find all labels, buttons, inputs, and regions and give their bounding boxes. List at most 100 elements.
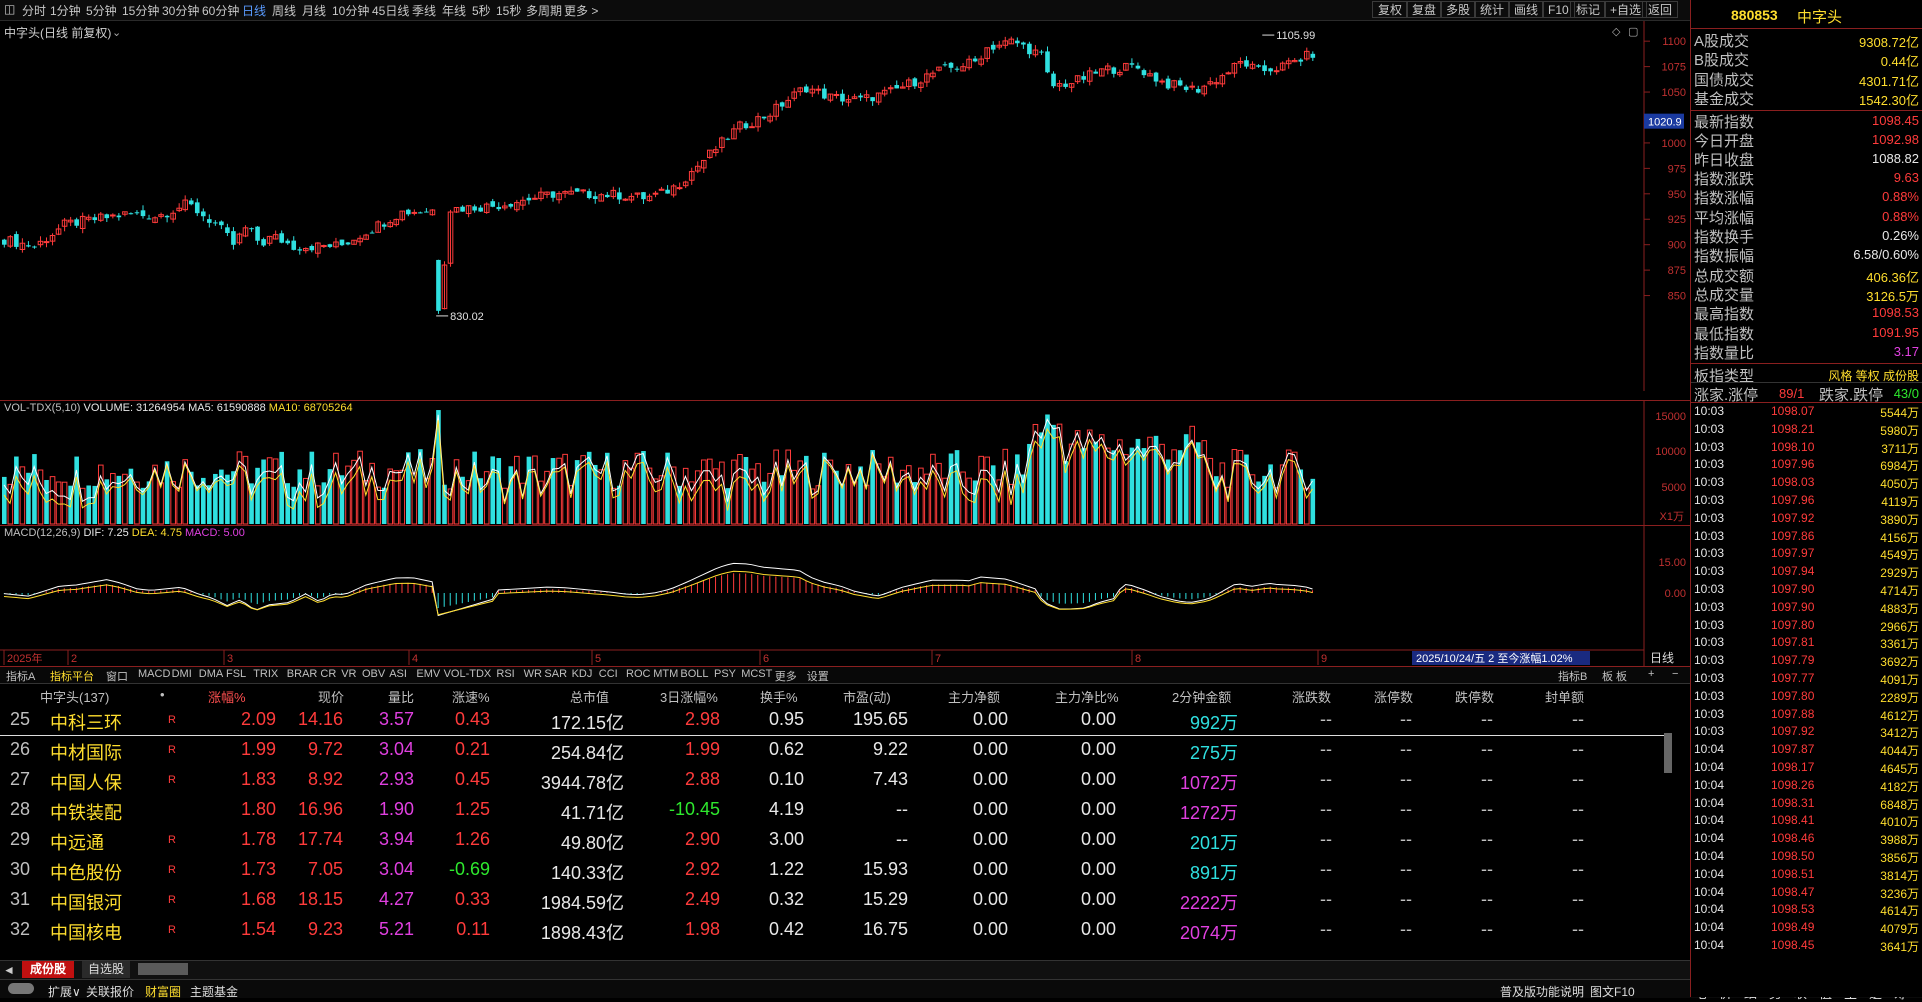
indicator-tab[interactable]: ROC — [626, 668, 650, 680]
column-header-ld[interactable]: 跌停数 — [1455, 687, 1494, 706]
status-item[interactable]: 财富圈 — [145, 983, 181, 1000]
period-tab[interactable]: 年线 — [442, 2, 466, 19]
indicator-tab[interactable]: BOLL — [680, 668, 708, 680]
column-header-spd[interactable]: 涨速% — [452, 687, 490, 706]
toolbar-button[interactable]: 返回 — [1642, 1, 1679, 18]
cell-name[interactable]: 中铁装配 — [50, 799, 122, 825]
column-header-amt2[interactable]: 2分钟金额 — [1172, 687, 1231, 706]
toolbar-button[interactable]: 标记 — [1570, 1, 1607, 18]
period-tab[interactable]: 15分钟 — [122, 2, 159, 19]
indicator-tab[interactable]: EMV — [416, 668, 440, 680]
column-header-name[interactable]: 中字头(137) — [40, 687, 109, 706]
indicator-tab[interactable]: FSL — [226, 668, 246, 680]
table-row[interactable]: 29 中远通 R 1.78 17.74 3.94 1.26 49.80亿 2.90 3.00 -- 0… — [0, 825, 1672, 855]
cell-name[interactable]: 中国人保 — [50, 769, 122, 795]
cell-name[interactable]: 中材国际 — [50, 739, 122, 765]
indicator-right-button[interactable]: 板 板 — [1602, 668, 1627, 684]
column-header-dot[interactable]: • — [160, 687, 165, 702]
status-item[interactable]: 关联报价 — [86, 983, 134, 1000]
column-header-price[interactable]: 现价 — [318, 687, 344, 706]
column-header-turn[interactable]: 换手% — [760, 687, 798, 706]
status-right-item[interactable]: 图文F10 — [1590, 983, 1635, 1000]
column-header-seal[interactable]: 封单额 — [1545, 687, 1584, 706]
indicator-right-button[interactable]: − — [1672, 668, 1678, 680]
period-tab[interactable]: 周线 — [272, 2, 296, 19]
menu-icon[interactable]: ◫ — [4, 2, 15, 16]
table-row[interactable]: 30 中色股份 R 1.73 7.05 3.04 -0.69 140.33亿 2.92 1.22 1… — [0, 855, 1672, 885]
column-header-main[interactable]: 主力净额 — [948, 687, 1000, 706]
toolbar-button[interactable]: +自选 — [1604, 1, 1648, 18]
table-row[interactable]: 28 中铁装配 1.80 16.96 1.90 1.25 41.71亿 -10.45 4.19 -… — [0, 795, 1672, 825]
indicator-right-button[interactable]: 指标B — [1558, 668, 1587, 684]
status-item[interactable]: 扩展∨ — [48, 983, 81, 1000]
indicator-tab[interactable]: TRIX — [253, 668, 278, 680]
cell-name[interactable]: 中色股份 — [50, 859, 122, 885]
indicator-tab[interactable]: 指标平台 — [50, 668, 94, 684]
indicator-tab[interactable]: CCI — [599, 668, 618, 680]
cell-name[interactable]: 中国核电 — [50, 919, 122, 945]
indicator-tab[interactable]: WR — [524, 668, 542, 680]
column-header-ud[interactable]: 涨跌数 — [1292, 687, 1331, 706]
indicator-tab[interactable]: DMI — [172, 668, 192, 680]
indicator-tab[interactable]: BRAR — [287, 668, 318, 680]
cell-name[interactable]: 中科三环 — [50, 709, 122, 735]
indicator-tab[interactable]: VR — [341, 668, 356, 680]
macd-pane[interactable]: MACD(12,26,9) DIF: 7.25 DEA: 4.75 MACD: … — [0, 525, 1690, 666]
period-tab[interactable]: 更多 > — [564, 2, 598, 19]
column-header-cap[interactable]: 总市值 — [570, 687, 609, 706]
column-header-chg3[interactable]: 3日涨幅% — [660, 687, 718, 706]
period-tab[interactable]: 10分钟 — [332, 2, 369, 19]
indicator-tab[interactable]: MTM — [653, 668, 678, 680]
column-header-lu[interactable]: 涨停数 — [1374, 687, 1413, 706]
status-right-item[interactable]: 普及版功能说明 — [1500, 983, 1584, 1000]
period-tab[interactable]: 60分钟 — [202, 2, 239, 19]
period-tab[interactable]: 月线 — [302, 2, 326, 19]
vertical-scrollbar[interactable] — [1664, 733, 1672, 773]
table-row[interactable]: 25 中科三环 R 2.09 14.16 3.57 0.43 172.15亿 2.98 0.95 1… — [0, 705, 1672, 736]
toggle-switch[interactable] — [8, 983, 34, 994]
cell-name[interactable]: 中国银河 — [50, 889, 122, 915]
indicator-tab[interactable]: 窗口 — [106, 668, 128, 684]
status-item[interactable]: 主题基金 — [190, 983, 238, 1000]
indicator-tab[interactable]: SAR — [544, 668, 567, 680]
indicator-tab[interactable]: DMA — [199, 668, 223, 680]
table-row[interactable]: 32 中国核电 R 1.54 9.23 5.21 0.11 1898.43亿 1.98 0.42 1… — [0, 915, 1672, 945]
period-tab[interactable]: 5分钟 — [86, 2, 117, 19]
indicator-tab[interactable]: ASI — [389, 668, 407, 680]
tab-constituents[interactable]: 成份股 — [22, 961, 75, 978]
column-header-chg[interactable]: 涨幅% — [208, 687, 246, 706]
column-header-mainr[interactable]: 主力净比% — [1055, 687, 1119, 706]
table-row[interactable]: 31 中国银河 R 1.68 18.15 4.27 0.33 1984.59亿 2.49 0.32… — [0, 885, 1672, 915]
period-tab[interactable]: 日线 — [242, 2, 266, 19]
toolbar-button[interactable]: 复盘 — [1406, 1, 1443, 18]
period-tab[interactable]: 季线 — [412, 2, 436, 19]
period-tab[interactable]: 多周期 — [526, 2, 562, 19]
table-row[interactable]: 26 中材国际 R 1.99 9.72 3.04 0.21 254.84亿 1.99 0.62 9.… — [0, 735, 1672, 765]
period-tab[interactable]: 15秒 — [496, 2, 521, 19]
volume-pane[interactable]: VOL-TDX(5,10) VOLUME: 31264954 MA5: 6159… — [0, 400, 1690, 525]
indicator-tab[interactable]: CR — [320, 668, 336, 680]
period-tab[interactable]: 45日线 — [372, 2, 409, 19]
indicator-tab[interactable]: VOL-TDX — [444, 668, 492, 680]
horizontal-scrollbar[interactable] — [138, 963, 188, 975]
kline-chart-pane[interactable]: 中字头(日线 前复权) 1100 1075 1050 1000 975 950 925 900… — [0, 21, 1690, 391]
indicator-right-button[interactable]: + — [1648, 668, 1654, 680]
indicator-tab[interactable]: KDJ — [572, 668, 593, 680]
arrow-left-icon[interactable]: ◄ — [3, 963, 15, 977]
column-header-pe[interactable]: 市盈(动) — [843, 687, 891, 706]
toolbar-button[interactable]: 画线 — [1508, 1, 1545, 18]
tab-watchlist[interactable]: 自选股 — [82, 961, 131, 978]
period-tab[interactable]: 1分钟 — [50, 2, 81, 19]
column-header-vr[interactable]: 量比 — [388, 687, 414, 706]
indicator-tab[interactable]: 指标A — [6, 668, 35, 684]
period-tab[interactable]: 5秒 — [472, 2, 491, 19]
table-row[interactable]: 27 中国人保 R 1.83 8.92 2.93 0.45 3944.78亿 2.88 0.10 7… — [0, 765, 1672, 795]
indicator-tab[interactable]: 更多 — [775, 668, 797, 684]
indicator-tab[interactable]: PSY — [714, 668, 736, 680]
period-tab[interactable]: 30分钟 — [162, 2, 199, 19]
indicator-tab[interactable]: 设置 — [807, 668, 829, 684]
period-tab[interactable]: 分时 — [22, 2, 46, 19]
indicator-tab[interactable]: MACD — [138, 668, 170, 680]
indicator-tab[interactable]: OBV — [362, 668, 385, 680]
toolbar-button[interactable]: 统计 — [1474, 1, 1511, 18]
